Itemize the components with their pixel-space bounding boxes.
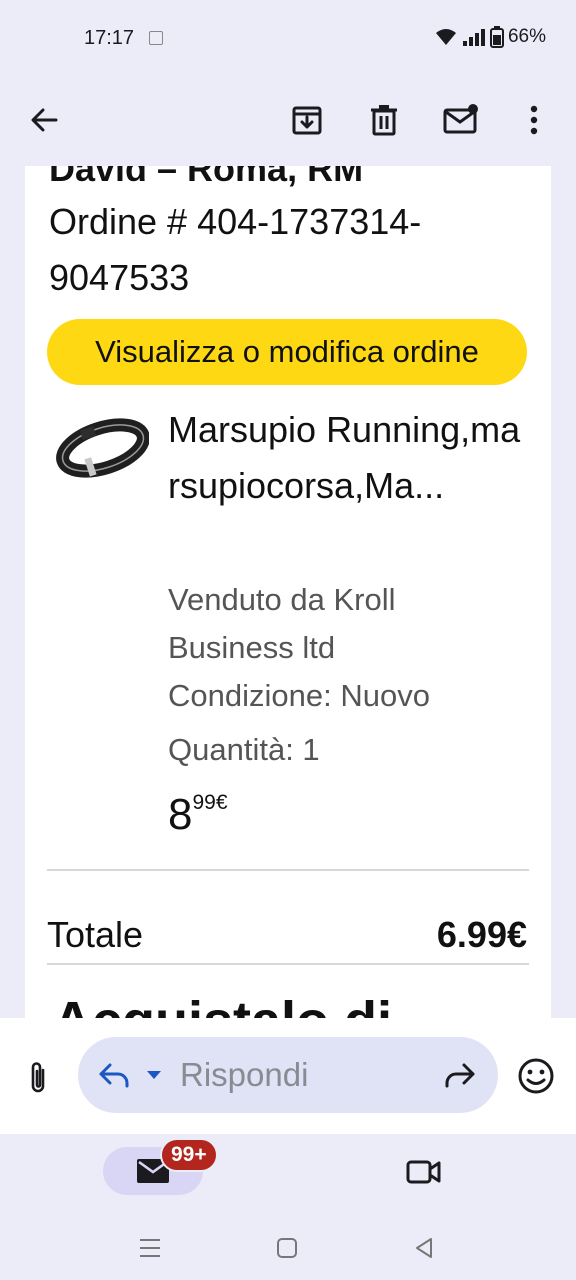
chevron-down-icon[interactable]: [144, 1065, 164, 1085]
reply-bar: Rispondi: [0, 1018, 576, 1134]
product-image[interactable]: [53, 406, 150, 496]
attach-button[interactable]: [16, 1056, 60, 1100]
status-indicators: 66%: [434, 26, 546, 48]
battery-level: 66%: [507, 26, 546, 47]
divider: [47, 869, 529, 871]
system-navigation: [0, 1228, 576, 1280]
back-button[interactable]: [16, 92, 72, 148]
product-condition: Condizione: Nuovo: [168, 678, 430, 713]
mark-unread-icon: [443, 104, 478, 134]
status-time: 17:17: [84, 27, 135, 49]
price-decimal: 99€: [192, 791, 228, 814]
paperclip-icon: [31, 1062, 45, 1093]
home-button[interactable]: [273, 1234, 301, 1262]
back-arrow-icon: [31, 108, 58, 132]
forward-icon[interactable]: [440, 1057, 480, 1093]
menu-icon: [140, 1239, 160, 1257]
product-price: 899€: [168, 790, 228, 840]
notification-icon: [149, 31, 163, 45]
archive-icon: [292, 106, 322, 135]
section-heading: Acquistalo di: [53, 990, 392, 1018]
divider: [47, 963, 529, 965]
email-card: David – Roma, RM Ordine # 404-1737314-90…: [25, 166, 551, 1018]
reply-placeholder: Rispondi: [180, 1056, 309, 1093]
price-integer: 8: [168, 790, 193, 839]
archive-button[interactable]: [279, 92, 335, 148]
tab-meet[interactable]: [400, 1152, 448, 1192]
status-bar: 17:17 66%: [0, 0, 576, 78]
mark-unread-button[interactable]: [433, 92, 489, 148]
total-value: 6.99€: [436, 914, 527, 955]
wifi-icon: [435, 29, 456, 45]
product-quantity: Quantità: 1: [168, 732, 320, 767]
email-content[interactable]: David – Roma, RM Ordine # 404-1737314-90…: [0, 166, 576, 1018]
video-camera-icon: [406, 1160, 441, 1184]
unread-badge: 99+: [160, 1138, 218, 1172]
reply-icon[interactable]: [96, 1057, 132, 1093]
delete-icon: [371, 105, 397, 136]
reply-input[interactable]: Rispondi: [78, 1037, 498, 1113]
back-triangle-icon: [416, 1238, 432, 1258]
view-edit-order-button[interactable]: Visualizza o modifica ordine: [47, 319, 527, 385]
total-label: Totale: [47, 914, 144, 955]
app-bar: [0, 78, 576, 166]
battery-icon: [489, 26, 504, 48]
product-title-link[interactable]: Marsupio Running,marsupiocorsa,Ma...: [168, 402, 528, 514]
system-back-button[interactable]: [410, 1234, 438, 1262]
home-square-icon: [277, 1238, 297, 1258]
recent-apps-button[interactable]: [136, 1234, 164, 1262]
delete-button[interactable]: [356, 92, 412, 148]
more-options-button[interactable]: [506, 92, 562, 148]
product-seller: Venduto da Kroll Business ltd: [168, 582, 396, 665]
waist-belt-image: [56, 418, 150, 478]
emoji-icon[interactable]: [516, 1056, 556, 1096]
signal-icon: [462, 29, 485, 46]
more-vert-icon: [530, 105, 538, 135]
order-number: Ordine # 404-1737314-9047533: [49, 201, 422, 298]
recipient-header: David – Roma, RM: [49, 166, 364, 189]
